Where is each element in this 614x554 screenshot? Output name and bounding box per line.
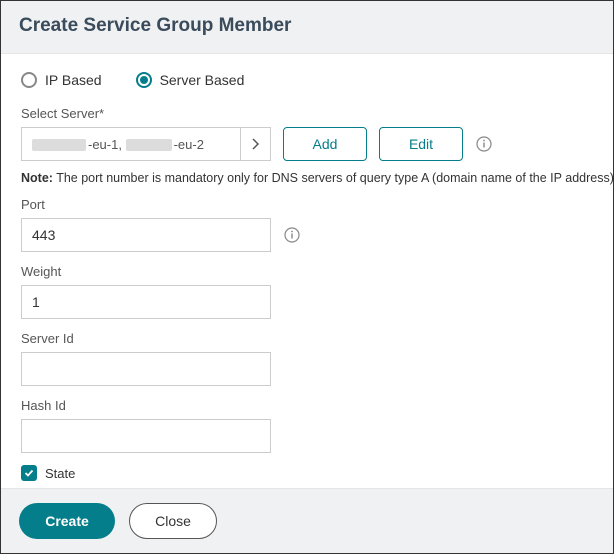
weight-label: Weight	[21, 264, 595, 279]
port-label: Port	[21, 197, 595, 212]
close-button[interactable]: Close	[129, 503, 217, 539]
weight-input[interactable]	[21, 285, 271, 319]
radio-icon-selected	[136, 72, 152, 88]
server-id-input[interactable]	[21, 352, 271, 386]
radio-ip-based[interactable]: IP Based	[21, 72, 102, 88]
select-server-value: -eu-1, -eu-2	[22, 137, 240, 152]
dialog-footer: Create Close	[1, 488, 613, 553]
dialog-header: Create Service Group Member	[1, 1, 613, 54]
redacted-text	[32, 139, 86, 151]
checkbox-checked-icon	[21, 465, 37, 481]
chevron-right-icon[interactable]	[240, 128, 270, 160]
edit-button[interactable]: Edit	[379, 127, 463, 161]
redacted-text	[126, 139, 172, 151]
radio-label: Server Based	[160, 72, 245, 88]
add-button[interactable]: Add	[283, 127, 367, 161]
dialog-title: Create Service Group Member	[19, 15, 595, 37]
basis-radio-group: IP Based Server Based	[21, 72, 595, 88]
hash-id-input[interactable]	[21, 419, 271, 453]
radio-server-based[interactable]: Server Based	[136, 72, 245, 88]
select-server-label: Select Server*	[21, 106, 595, 121]
create-button[interactable]: Create	[19, 503, 115, 539]
info-icon[interactable]	[283, 226, 301, 244]
radio-icon	[21, 72, 37, 88]
port-input[interactable]	[21, 218, 271, 252]
select-server-combo[interactable]: -eu-1, -eu-2	[21, 127, 271, 161]
info-icon[interactable]	[475, 135, 493, 153]
note-text: Note: The port number is mandatory only …	[21, 171, 595, 185]
server-id-label: Server Id	[21, 331, 595, 346]
hash-id-label: Hash Id	[21, 398, 595, 413]
state-label: State	[45, 466, 75, 481]
select-server-row: -eu-1, -eu-2 Add Edit	[21, 127, 595, 161]
dialog-body: IP Based Server Based Select Server* -eu…	[1, 54, 613, 488]
radio-label: IP Based	[45, 72, 102, 88]
state-checkbox[interactable]: State	[21, 465, 595, 481]
